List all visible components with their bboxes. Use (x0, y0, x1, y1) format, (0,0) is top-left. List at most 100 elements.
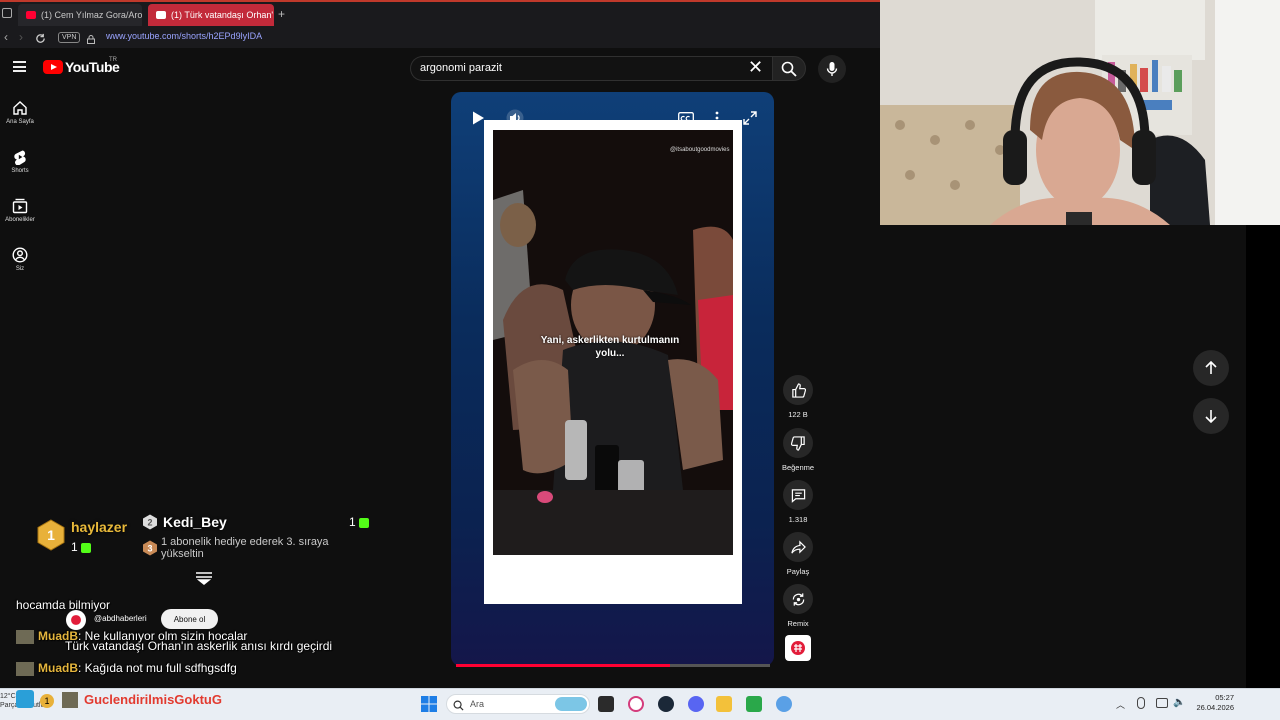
play-icon[interactable] (470, 110, 486, 131)
system-tray-chevron-icon[interactable]: ︿ (1116, 698, 1125, 711)
sidebar-item-label: Ana Sayfa (6, 119, 34, 125)
sidebar-item-you[interactable]: Siz (0, 247, 40, 272)
captions-icon[interactable] (678, 112, 694, 130)
rank-3-badge: 3 (142, 540, 158, 561)
next-short-button[interactable] (1193, 398, 1229, 434)
hamburger-menu-icon[interactable] (13, 61, 26, 72)
url-text[interactable]: www.youtube.com/shorts/h2EPd9lyIDA (106, 31, 262, 41)
previous-short-button[interactable] (1193, 350, 1229, 386)
chat-message: Türk vatandaşı Orhan'ın askerlik anısı k… (65, 639, 333, 653)
reload-icon[interactable] (35, 31, 46, 49)
kick-app-icon (16, 690, 34, 708)
comments-count: 1.318 (788, 515, 808, 524)
youtube-logo-icon[interactable] (43, 60, 63, 74)
channel-avatar-icon[interactable] (785, 635, 811, 661)
remix-button[interactable]: Remix (782, 584, 814, 628)
channel-avatar-small-icon[interactable] (66, 610, 86, 630)
search-highlight-icon (555, 697, 587, 711)
volume-icon[interactable] (506, 109, 524, 132)
speaker-icon[interactable]: 🔈 (1173, 697, 1185, 708)
settings-app-icon[interactable] (776, 696, 792, 712)
right-letterbox (1246, 225, 1280, 688)
video-progress-fill (456, 664, 670, 667)
gift-icon (81, 542, 92, 553)
fullscreen-icon[interactable] (743, 111, 757, 130)
gift-icon (359, 517, 370, 528)
chat-avatar (16, 629, 34, 644)
opera-browser-icon[interactable] (628, 696, 644, 712)
svg-text:3: 3 (147, 544, 152, 554)
search-icon (781, 61, 797, 77)
new-tab-button[interactable]: + (278, 7, 285, 21)
network-icon[interactable] (1156, 698, 1168, 708)
top-gifter-count: 1 (71, 540, 92, 554)
comments-button[interactable]: 1.318 (782, 480, 814, 524)
subscribe-button[interactable]: Abone ol (161, 609, 218, 629)
share-button[interactable]: Paylaş (782, 532, 814, 576)
microphone-icon (826, 62, 838, 76)
video-progress-bar[interactable] (456, 664, 770, 667)
more-options-icon[interactable] (714, 111, 720, 130)
back-icon[interactable]: ‹ (4, 30, 8, 44)
thumbs-up-icon (791, 382, 806, 398)
chat-message: MuadB: Kağıda not mu full sdfhgsdfg (16, 661, 237, 676)
sidebar-item-shorts[interactable]: Shorts (0, 149, 40, 174)
share-icon (790, 539, 806, 554)
dislike-button[interactable]: Beğenme (782, 428, 814, 472)
windows-start-icon[interactable] (421, 696, 437, 717)
app-icon[interactable] (746, 696, 762, 712)
chat-message: hocamda bilmiyor (16, 598, 111, 612)
rank-1-mini-badge: 1 (40, 694, 54, 708)
sidebar-item-subscriptions[interactable]: Abonelikler (0, 198, 40, 223)
file-explorer-icon[interactable] (716, 696, 732, 712)
browser-tab-1[interactable]: (1) Cem Yılmaz Gora/Arog (18, 4, 142, 26)
tab-sidebar-icon[interactable] (2, 8, 12, 18)
sidebar-item-label: Siz (15, 266, 25, 272)
steam-icon[interactable] (658, 696, 674, 712)
thumbs-down-icon (790, 435, 805, 451)
discord-icon[interactable] (688, 696, 704, 712)
featured-user-name: GuclendirilmisGoktuG (84, 692, 222, 707)
search-icon (453, 698, 464, 716)
tab-title: (1) Türk vatandaşı Orhan'ın (171, 10, 274, 20)
search-button[interactable] (772, 56, 806, 81)
vpn-badge[interactable]: VPN (58, 32, 81, 43)
clock-date: 26.04.2026 (1196, 703, 1234, 712)
gift-promo-text: 1 abonelik hediye ederek 3. sıraya yükse… (161, 536, 329, 560)
webcam-feed (880, 0, 1280, 225)
channel-handle[interactable]: @abdhaberleri (94, 614, 147, 623)
comment-icon (791, 488, 805, 503)
arrow-up-icon (1205, 361, 1217, 374)
subscriptions-icon (12, 198, 28, 214)
sidebar-item-label: Abonelikler (5, 217, 35, 223)
clear-search-icon[interactable]: ✕ (748, 57, 763, 78)
dislike-label: Beğenme (781, 463, 815, 472)
shorts-icon (14, 150, 26, 165)
video-watermark: @itsaboutgoodmovies (670, 147, 730, 153)
featured-user-avatar (62, 692, 78, 708)
share-label: Paylaş (786, 567, 810, 576)
taskbar-search-placeholder: Ara (470, 699, 485, 709)
browser-tab-2-active[interactable]: (1) Türk vatandaşı Orhan'ın (148, 4, 274, 26)
home-icon (13, 101, 27, 115)
like-count: 122 B (788, 410, 808, 419)
search-query[interactable]: argonomi parazit (420, 62, 502, 74)
like-button[interactable]: 122 B (782, 375, 814, 419)
webcam-scene-illustration (880, 0, 1280, 225)
forward-icon[interactable]: › (19, 30, 23, 44)
video-caption: Yani, askerlikten kurtulmanın yolu... (540, 335, 680, 359)
taskbar-clock[interactable]: 05:27 26.04.2026 (1192, 693, 1234, 713)
collapse-chat-icon[interactable] (195, 571, 213, 590)
remix-icon (792, 592, 804, 606)
voice-search-button[interactable] (818, 55, 846, 83)
task-view-icon[interactable] (598, 696, 614, 712)
rank-1-badge: 1 (36, 519, 66, 556)
lock-icon (87, 31, 95, 44)
sidebar-item-label: Shorts (11, 168, 29, 174)
country-code: TR (109, 57, 117, 63)
microphone-tray-icon[interactable] (1137, 697, 1145, 709)
youtube-favicon-icon (26, 11, 36, 19)
top-gifter-name: haylazer (71, 519, 128, 535)
sidebar-item-home[interactable]: Ana Sayfa (0, 100, 40, 125)
you-icon (12, 247, 28, 263)
